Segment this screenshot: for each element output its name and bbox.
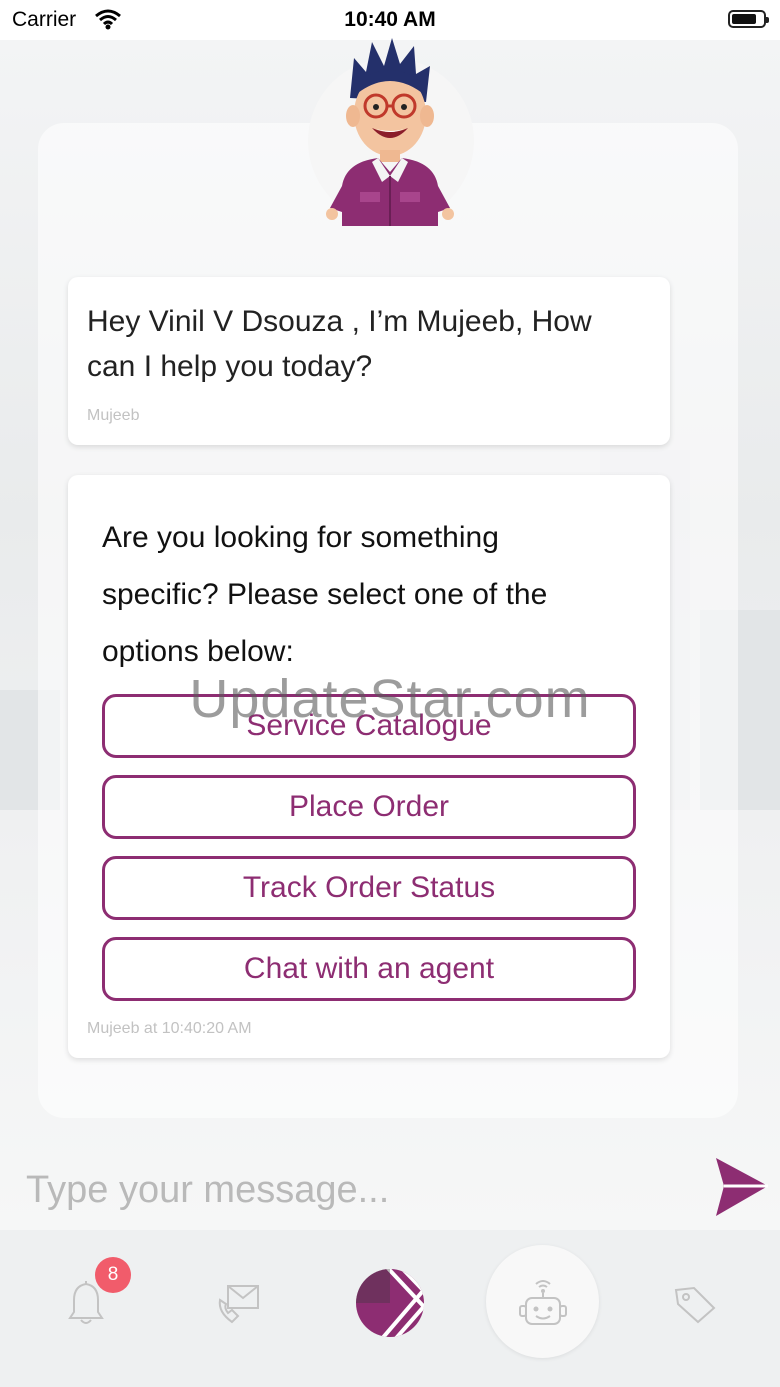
status-bar: Carrier 10:40 AM [0,0,780,40]
message-input[interactable] [24,1164,688,1216]
option-chat-with-agent-button[interactable]: Chat with an agent [102,937,636,1001]
battery-icon [728,10,769,28]
send-icon[interactable] [712,1156,770,1218]
watermark: UpdateStar.com [189,669,591,729]
status-time: 10:40 AM [344,8,436,31]
message-text: Are you looking for something specific? … [102,521,548,668]
message-text: Hey Vinil V Dsouza , I’m Mujeeb, How can… [87,305,592,383]
bot-options-message: Are you looking for something specific? … [68,475,670,1058]
mujeeb-avatar-icon [326,38,454,226]
brand-logo-icon[interactable] [354,1268,426,1338]
option-track-order-status-button[interactable]: Track Order Status [102,856,636,920]
composer [0,1150,780,1230]
message-sender: Mujeeb at 10:40:20 AM [87,1020,252,1037]
chatbot-icon[interactable] [518,1276,568,1328]
option-place-order-button[interactable]: Place Order [102,775,636,839]
tag-icon[interactable] [672,1284,716,1324]
notifications-badge: 8 [95,1257,131,1293]
bot-greeting-message: Hey Vinil V Dsouza , I’m Mujeeb, How can… [68,277,670,445]
mail-phone-icon[interactable] [216,1282,260,1324]
message-sender: Mujeeb [87,407,140,424]
